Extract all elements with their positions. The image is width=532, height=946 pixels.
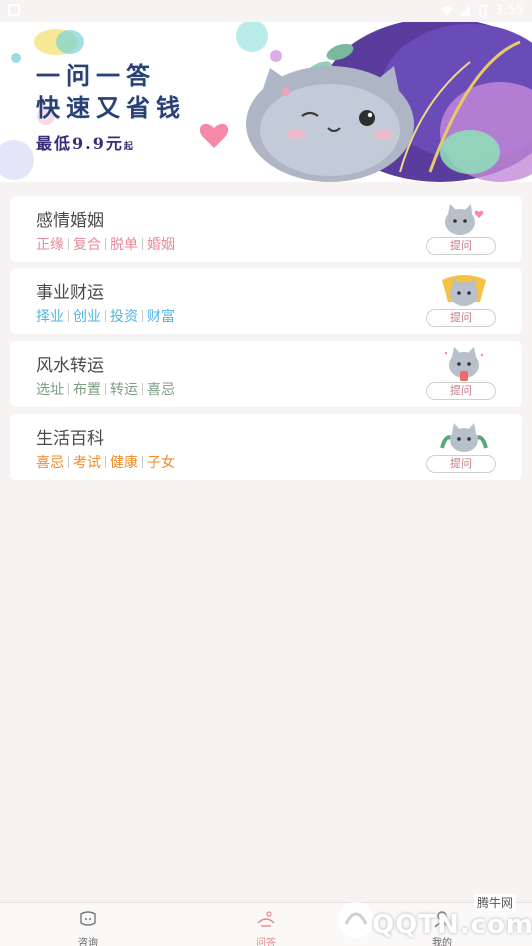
category-title: 生活百科 xyxy=(36,429,104,449)
category-card-career[interactable]: 事业财运 择业 创业 投资 财富 提问 xyxy=(10,268,522,334)
watermark: 腾牛网 QQTN.com xyxy=(326,894,532,944)
cat-leaf-icon xyxy=(440,423,488,452)
chat-icon xyxy=(80,911,96,926)
tag[interactable]: 子女 xyxy=(147,452,175,472)
category-card-fengshui[interactable]: 风水转运 选址 布置 转运 喜忌 提问 xyxy=(10,341,522,407)
watermark-en: QQTN.com xyxy=(372,910,532,940)
tag[interactable]: 创业 xyxy=(73,306,101,326)
tag[interactable]: 喜忌 xyxy=(36,452,64,472)
category-title: 风水转运 xyxy=(36,356,104,376)
tag-divider xyxy=(68,383,69,395)
notification-icon xyxy=(8,4,20,16)
ask-button[interactable]: 提问 xyxy=(426,309,496,327)
nav-item-consult[interactable]: 咨询 xyxy=(58,909,118,946)
tag-divider xyxy=(68,310,69,322)
cat-gold-icon xyxy=(442,275,486,306)
battery-icon xyxy=(479,4,487,17)
tag[interactable]: 正缘 xyxy=(36,234,64,254)
tag[interactable]: 选址 xyxy=(36,379,64,399)
ask-button[interactable]: 提问 xyxy=(426,455,496,473)
promo-banner[interactable]: 一问一答 快速又省钱 最低9.9元起 xyxy=(0,22,532,182)
banner-price: 9.9元 xyxy=(72,134,124,153)
category-tags: 正缘 复合 脱单 婚姻 xyxy=(36,234,175,254)
category-card-emotion[interactable]: 感情婚姻 正缘 复合 脱单 婚姻 提问 xyxy=(10,196,522,262)
tag[interactable]: 健康 xyxy=(110,452,138,472)
tag-divider xyxy=(105,238,106,250)
tag[interactable]: 布置 xyxy=(73,379,101,399)
tag-divider xyxy=(68,456,69,468)
tag-divider xyxy=(105,310,106,322)
category-tags: 择业 创业 投资 财富 xyxy=(36,306,175,326)
banner-line-2: 快速又省钱 xyxy=(36,93,186,122)
signal-icon xyxy=(458,4,470,16)
category-card-life[interactable]: 生活百科 喜忌 考试 健康 子女 提问 xyxy=(10,414,522,480)
banner-line-1: 一问一答 xyxy=(36,61,156,90)
wifi-icon xyxy=(440,6,453,16)
tag-divider xyxy=(142,456,143,468)
banner-price-prefix: 最低 xyxy=(36,134,73,153)
tag[interactable]: 复合 xyxy=(73,234,101,254)
tag-divider xyxy=(142,238,143,250)
category-title: 感情婚姻 xyxy=(36,211,104,231)
nav-item-qa[interactable]: 问答 xyxy=(236,909,296,946)
nav-label: 问答 xyxy=(256,938,276,946)
tag[interactable]: 喜忌 xyxy=(147,379,175,399)
status-bar: 3:55 xyxy=(0,0,532,22)
category-title: 事业财运 xyxy=(36,283,104,303)
tag-divider xyxy=(105,383,106,395)
watermark-cn: 腾牛网 xyxy=(473,894,516,911)
tag-divider xyxy=(68,238,69,250)
nav-label: 咨询 xyxy=(78,938,98,946)
qa-icon xyxy=(257,911,275,927)
banner-price-suffix: 起 xyxy=(123,142,135,152)
tag-divider xyxy=(142,383,143,395)
banner-line-3: 最低9.9元起 xyxy=(36,130,135,154)
tag[interactable]: 财富 xyxy=(147,306,175,326)
tag[interactable]: 脱单 xyxy=(110,234,138,254)
tag[interactable]: 考试 xyxy=(73,452,101,472)
tag[interactable]: 转运 xyxy=(110,379,138,399)
ask-button[interactable]: 提问 xyxy=(426,237,496,255)
tag-divider xyxy=(105,456,106,468)
ask-button[interactable]: 提问 xyxy=(426,382,496,400)
cat-lucky-icon xyxy=(444,347,484,381)
tag[interactable]: 择业 xyxy=(36,306,64,326)
category-tags: 喜忌 考试 健康 子女 xyxy=(36,452,175,472)
tag[interactable]: 投资 xyxy=(110,306,138,326)
tag-divider xyxy=(142,310,143,322)
status-right: 3:55 xyxy=(440,3,524,18)
tag[interactable]: 婚姻 xyxy=(147,234,175,254)
cat-heart-icon xyxy=(445,204,484,235)
category-tags: 选址 布置 转运 喜忌 xyxy=(36,379,175,399)
status-time: 3:55 xyxy=(494,3,524,18)
